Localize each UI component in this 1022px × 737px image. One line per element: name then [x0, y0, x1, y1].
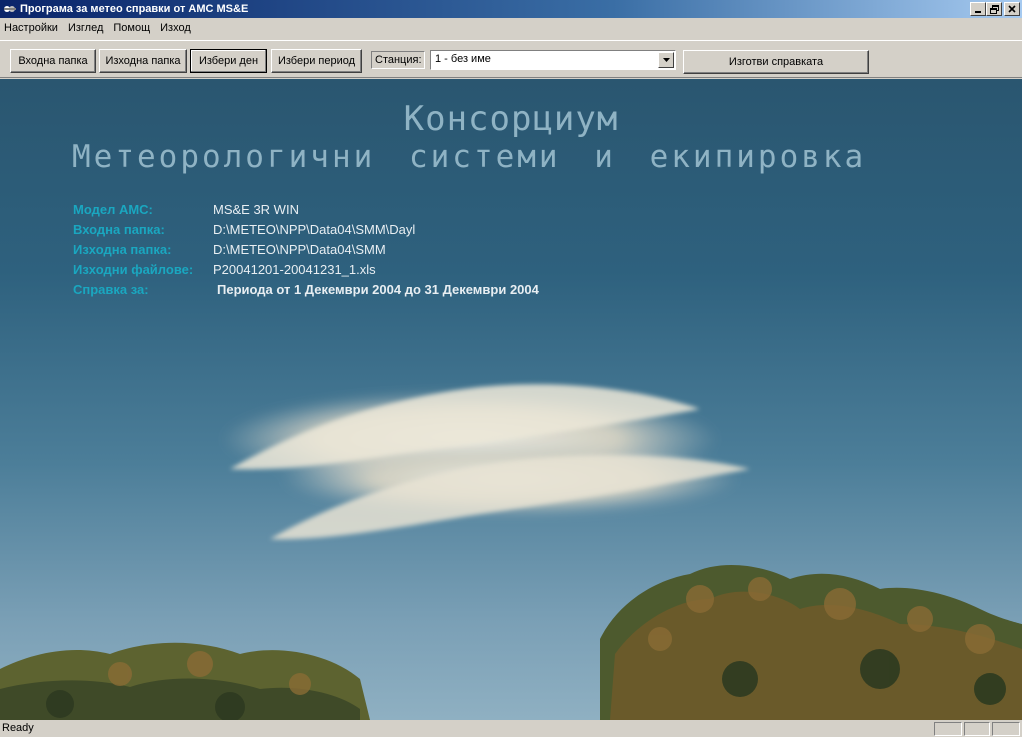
info-label: Изходна папка:: [73, 242, 172, 257]
menu-view[interactable]: Изглед: [63, 19, 108, 37]
report-info: Модел АМС: MS&E 3R WIN Входна папка: D:\ME…: [73, 200, 539, 300]
station-select-value: 1 - без име: [435, 53, 491, 65]
generate-report-button[interactable]: Изготви справката: [683, 50, 869, 74]
minimize-icon: [975, 11, 981, 13]
status-pane: [964, 722, 990, 736]
status-pane: [992, 722, 1020, 736]
splash-image-area: Консорциум Метеорологични системи и екип…: [0, 79, 1022, 720]
info-value: Периода от 1 Декември 2004 до 31 Декемвр…: [217, 282, 539, 297]
station-select[interactable]: 1 - без име: [430, 50, 676, 70]
select-period-button[interactable]: Избери период: [271, 49, 362, 73]
input-folder-button[interactable]: Входна папка: [10, 49, 96, 73]
status-text: Ready: [2, 722, 34, 734]
consortium-title: Консорциум: [403, 99, 619, 139]
info-row-output-folder: Изходна папка: D:\METEO\NPP\Data04\SMM: [73, 240, 539, 260]
restore-icon: [989, 4, 999, 14]
info-row-output-files: Изходни файлове: P20041201-20041231_1.xls: [73, 260, 539, 280]
output-folder-button[interactable]: Изходна папка: [99, 49, 187, 73]
info-label: Справка за:: [73, 282, 149, 297]
menu-bar: Настройки Изглед Помощ Изход: [0, 18, 1022, 38]
status-pane: [934, 722, 962, 736]
info-value: D:\METEO\NPP\Data04\SMM: [213, 242, 386, 257]
select-day-button[interactable]: Избери ден: [190, 49, 267, 73]
restore-button[interactable]: [986, 2, 1002, 16]
menu-help[interactable]: Помощ: [108, 19, 155, 37]
close-button[interactable]: [1004, 2, 1020, 16]
status-bar: Ready: [0, 721, 1022, 737]
info-value: P20041201-20041231_1.xls: [213, 262, 376, 277]
title-bar[interactable]: Програма за метео справки от АМС MS&E: [0, 0, 1022, 18]
menu-exit[interactable]: Изход: [155, 19, 196, 37]
info-value: MS&E 3R WIN: [213, 202, 299, 217]
info-label: Модел АМС:: [73, 202, 153, 217]
info-row-input-folder: Входна папка: D:\METEO\NPP\Data04\SMM\Day…: [73, 220, 539, 240]
app-window: Програма за метео справки от АМС MS&E На…: [0, 0, 1022, 737]
menu-settings[interactable]: Настройки: [0, 19, 63, 37]
info-label: Входна папка:: [73, 222, 165, 237]
minimize-button[interactable]: [970, 2, 986, 16]
info-value: D:\METEO\NPP\Data04\SMM\Dayl: [213, 222, 416, 237]
station-label: Станция:: [371, 51, 425, 69]
toolbar: Входна папка Изходна папка Избери ден Из…: [0, 40, 1022, 78]
station-dropdown-button[interactable]: [658, 52, 674, 68]
chevron-down-icon: [662, 58, 670, 62]
consortium-subtitle: Метеорологични системи и екипировка: [72, 139, 867, 175]
info-row-model: Модел АМС: MS&E 3R WIN: [73, 200, 539, 220]
sky-background-image: [0, 384, 1022, 720]
close-icon: [1008, 5, 1016, 13]
info-row-report-for: Справка за: Периода от 1 Декември 2004 до…: [73, 280, 539, 300]
app-icon[interactable]: [2, 3, 18, 15]
window-title: Програма за метео справки от АМС MS&E: [20, 3, 249, 15]
info-label: Изходни файлове:: [73, 262, 194, 277]
window-controls: [970, 2, 1020, 16]
